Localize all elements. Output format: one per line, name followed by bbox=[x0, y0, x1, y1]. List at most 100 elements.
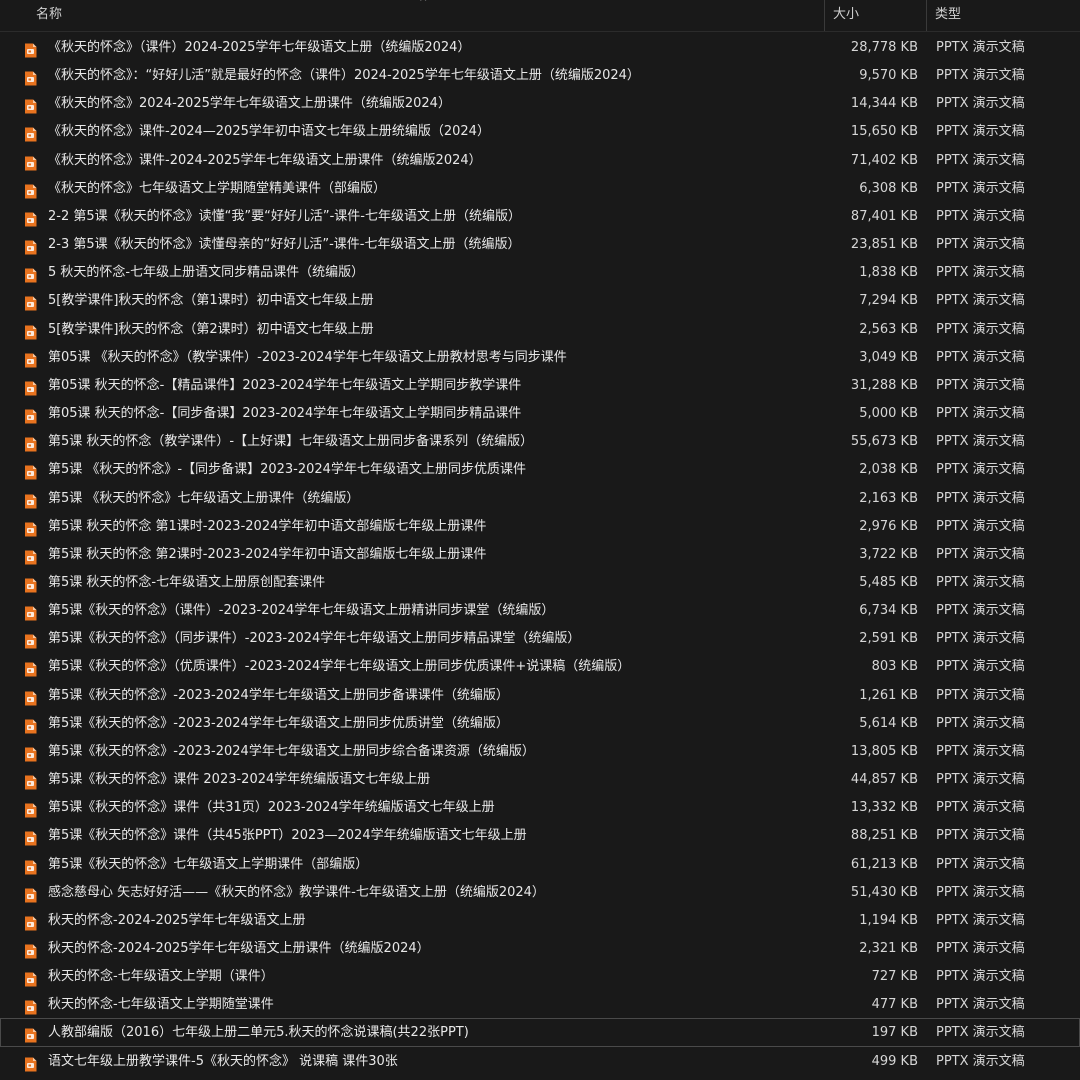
file-type: PPTX 演示文稿 bbox=[936, 659, 1025, 675]
file-row[interactable]: 第5课 秋天的怀念（教学课件）-【上好课】七年级语文上册同步备课系列（统编版） 5… bbox=[0, 427, 1080, 455]
file-size: 88,251 KB bbox=[850, 828, 918, 844]
file-row[interactable]: 5[教学课件]秋天的怀念（第2课时）初中语文七年级上册 2,563 KB PPTX … bbox=[0, 315, 1080, 343]
file-row[interactable]: 语文七年级上册教学课件-5《秋天的怀念》 说课稿 课件30张 499 KB PPTX… bbox=[0, 1047, 1080, 1075]
column-header-name[interactable]: 名称 bbox=[0, 0, 824, 31]
file-size: 31,288 KB bbox=[850, 377, 918, 393]
file-size: 499 KB bbox=[871, 1053, 918, 1069]
file-size: 197 KB bbox=[871, 1025, 918, 1041]
file-size: 5,000 KB bbox=[859, 406, 918, 422]
file-size: 71,402 KB bbox=[850, 152, 918, 168]
file-type: PPTX 演示文稿 bbox=[936, 856, 1025, 872]
file-row[interactable]: 第5课《秋天的怀念》（优质课件）-2023-2024学年七年级语文上册同步优质课… bbox=[0, 652, 1080, 680]
file-row[interactable]: 第5课《秋天的怀念》课件 2023-2024学年统编版语文七年级上册 44,857… bbox=[0, 765, 1080, 793]
file-name: 秋天的怀念-七年级语文上学期随堂课件 bbox=[48, 997, 274, 1013]
file-type: PPTX 演示文稿 bbox=[936, 68, 1025, 84]
pptx-file-icon bbox=[24, 970, 37, 987]
file-list: 《秋天的怀念》（课件）2024-2025学年七年级语文上册（统编版2024） 28… bbox=[0, 33, 1080, 1075]
file-row[interactable]: 《秋天的怀念》（课件）2024-2025学年七年级语文上册（统编版2024） 28… bbox=[0, 33, 1080, 61]
file-row[interactable]: 第05课 《秋天的怀念》（教学课件）-2023-2024学年七年级语文上册教材思… bbox=[0, 343, 1080, 371]
file-row[interactable]: 第5课《秋天的怀念》（课件）-2023-2024学年七年级语文上册精讲同步课堂（… bbox=[0, 596, 1080, 624]
file-type: PPTX 演示文稿 bbox=[936, 884, 1025, 900]
file-type: PPTX 演示文稿 bbox=[936, 237, 1025, 253]
file-row[interactable]: 第5课《秋天的怀念》（同步课件）-2023-2024学年七年级语文上册同步精品课… bbox=[0, 624, 1080, 652]
file-row[interactable]: 第5课《秋天的怀念》课件（共31页）2023-2024学年统编版语文七年级上册 1… bbox=[0, 793, 1080, 821]
pptx-file-icon bbox=[24, 182, 37, 199]
pptx-file-icon bbox=[24, 773, 37, 790]
column-header-name-label: 名称 bbox=[36, 7, 63, 22]
file-type: PPTX 演示文稿 bbox=[936, 518, 1025, 534]
file-row[interactable]: 第5课《秋天的怀念》七年级语文上学期课件（部编版） 61,213 KB PPTX 演… bbox=[0, 850, 1080, 878]
file-name: 第5课 《秋天的怀念》-【同步备课】2023-2024学年七年级语文上册同步优质… bbox=[48, 462, 526, 478]
file-row[interactable]: 《秋天的怀念》课件-2024—2025学年初中语文七年级上册统编版（2024） 1… bbox=[0, 117, 1080, 145]
file-row[interactable]: 第5课 秋天的怀念 第1课时-2023-2024学年初中语文部编版七年级上册课件… bbox=[0, 512, 1080, 540]
pptx-file-icon bbox=[24, 210, 37, 227]
file-type: PPTX 演示文稿 bbox=[936, 265, 1025, 281]
file-size: 727 KB bbox=[871, 969, 918, 985]
file-type: PPTX 演示文稿 bbox=[936, 180, 1025, 196]
file-row[interactable]: 秋天的怀念-七年级语文上学期随堂课件 477 KB PPTX 演示文稿 bbox=[0, 990, 1080, 1018]
file-name: 第5课《秋天的怀念》（同步课件）-2023-2024学年七年级语文上册同步精品课… bbox=[48, 631, 581, 647]
file-row[interactable]: 秋天的怀念-七年级语文上学期（课件） 727 KB PPTX 演示文稿 bbox=[0, 962, 1080, 990]
column-header-type-label: 类型 bbox=[935, 7, 962, 22]
file-row[interactable]: 《秋天的怀念》：“好好儿活”就是最好的怀念（课件）2024-2025学年七年级语… bbox=[0, 61, 1080, 89]
file-name: 秋天的怀念-七年级语文上学期（课件） bbox=[48, 969, 274, 985]
file-row[interactable]: 秋天的怀念-2024-2025学年七年级语文上册课件（统编版2024） 2,321… bbox=[0, 934, 1080, 962]
column-header-type[interactable]: 类型 bbox=[927, 0, 1080, 31]
file-size: 3,722 KB bbox=[859, 546, 918, 562]
column-header-bar: 名称 ^ 大小 类型 bbox=[0, 0, 1080, 32]
file-row[interactable]: 《秋天的怀念》课件-2024-2025学年七年级语文上册课件（统编版2024） 7… bbox=[0, 146, 1080, 174]
file-size: 2,038 KB bbox=[859, 462, 918, 478]
pptx-file-icon bbox=[24, 492, 37, 508]
file-row[interactable]: 第5课《秋天的怀念》-2023-2024学年七年级语文上册同步备课课件（统编版）… bbox=[0, 681, 1080, 709]
file-row[interactable]: 第5课 秋天的怀念-七年级语文上册原创配套课件 5,485 KB PPTX 演示文稿 bbox=[0, 568, 1080, 596]
file-size: 1,261 KB bbox=[859, 687, 918, 703]
pptx-file-icon bbox=[24, 689, 37, 706]
file-row[interactable]: 第05课 秋天的怀念-【同步备课】2023-2024学年七年级语文上学期同步精品… bbox=[0, 399, 1080, 427]
file-size: 2,563 KB bbox=[859, 321, 918, 337]
file-size: 28,778 KB bbox=[850, 40, 918, 55]
file-size: 51,430 KB bbox=[850, 884, 918, 900]
file-row[interactable]: 第5课《秋天的怀念》-2023-2024学年七年级语文上册同步综合备课资源（统编… bbox=[0, 737, 1080, 765]
file-type: PPTX 演示文稿 bbox=[936, 969, 1025, 985]
file-size: 5,485 KB bbox=[859, 574, 918, 590]
file-type: PPTX 演示文稿 bbox=[936, 828, 1025, 844]
file-row[interactable]: 感念慈母心 矢志好好活——《秋天的怀念》教学课件-七年级语文上册（统编版2024… bbox=[0, 878, 1080, 906]
column-header-size[interactable]: 大小 bbox=[825, 0, 926, 31]
pptx-file-icon bbox=[24, 351, 37, 368]
file-row[interactable]: 第5课《秋天的怀念》课件（共45张PPT）2023—2024学年统编版语文七年级… bbox=[0, 821, 1080, 849]
file-row[interactable]: 第5课 《秋天的怀念》七年级语文上册课件（统编版） 2,163 KB PPTX 演示… bbox=[0, 484, 1080, 512]
file-size: 2,976 KB bbox=[859, 518, 918, 534]
file-type: PPTX 演示文稿 bbox=[936, 321, 1025, 337]
file-row[interactable]: 第5课 秋天的怀念 第2课时-2023-2024学年初中语文部编版七年级上册课件… bbox=[0, 540, 1080, 568]
file-row[interactable]: 秋天的怀念-2024-2025学年七年级语文上册 1,194 KB PPTX 演示文… bbox=[0, 906, 1080, 934]
file-row[interactable]: 2-2 第5课《秋天的怀念》读懂“我”要“好好儿活”-课件-七年级语文上册（统编… bbox=[0, 202, 1080, 230]
file-name: 《秋天的怀念》课件-2024-2025学年七年级语文上册课件（统编版2024） bbox=[48, 152, 482, 168]
file-row[interactable]: 第5课 《秋天的怀念》-【同步备课】2023-2024学年七年级语文上册同步优质… bbox=[0, 455, 1080, 483]
file-row[interactable]: 人教部编版（2016）七年级上册二单元5.秋天的怀念说课稿(共22张PPT) 19… bbox=[0, 1018, 1080, 1047]
file-type: PPTX 演示文稿 bbox=[936, 349, 1025, 365]
file-type: PPTX 演示文稿 bbox=[936, 772, 1025, 788]
file-type: PPTX 演示文稿 bbox=[936, 434, 1025, 450]
file-row[interactable]: 5 秋天的怀念-七年级上册语文同步精品课件（统编版） 1,838 KB PPTX 演… bbox=[0, 258, 1080, 286]
pptx-file-icon bbox=[24, 379, 37, 396]
file-type: PPTX 演示文稿 bbox=[936, 208, 1025, 224]
file-name: 感念慈母心 矢志好好活——《秋天的怀念》教学课件-七年级语文上册（统编版2024… bbox=[48, 884, 545, 900]
file-size: 803 KB bbox=[871, 659, 918, 675]
file-type: PPTX 演示文稿 bbox=[936, 490, 1025, 506]
file-name: 《秋天的怀念》2024-2025学年七年级语文上册课件（统编版2024） bbox=[48, 96, 451, 112]
file-name: 《秋天的怀念》：“好好儿活”就是最好的怀念（课件）2024-2025学年七年级语… bbox=[48, 68, 640, 84]
pptx-file-icon bbox=[24, 576, 37, 593]
file-size: 477 KB bbox=[871, 997, 918, 1013]
file-size: 1,194 KB bbox=[859, 912, 918, 928]
file-row[interactable]: 第05课 秋天的怀念-【精品课件】2023-2024学年七年级语文上学期同步教学… bbox=[0, 371, 1080, 399]
file-name: 5 秋天的怀念-七年级上册语文同步精品课件（统编版） bbox=[48, 265, 365, 281]
file-row[interactable]: 2-3 第5课《秋天的怀念》读懂母亲的“好好儿活”-课件-七年级语文上册（统编版… bbox=[0, 230, 1080, 258]
file-row[interactable]: 《秋天的怀念》七年级语文上学期随堂精美课件（部编版） 6,308 KB PPTX 演… bbox=[0, 174, 1080, 202]
file-size: 3,049 KB bbox=[859, 349, 918, 365]
file-type: PPTX 演示文稿 bbox=[936, 603, 1025, 619]
file-type: PPTX 演示文稿 bbox=[936, 997, 1025, 1013]
file-row[interactable]: 《秋天的怀念》2024-2025学年七年级语文上册课件（统编版2024） 14,3… bbox=[0, 89, 1080, 117]
file-row[interactable]: 5[教学课件]秋天的怀念（第1课时）初中语文七年级上册 7,294 KB PPTX … bbox=[0, 286, 1080, 314]
file-row[interactable]: 第5课《秋天的怀念》-2023-2024学年七年级语文上册同步优质讲堂（统编版）… bbox=[0, 709, 1080, 737]
pptx-file-icon bbox=[24, 886, 37, 903]
